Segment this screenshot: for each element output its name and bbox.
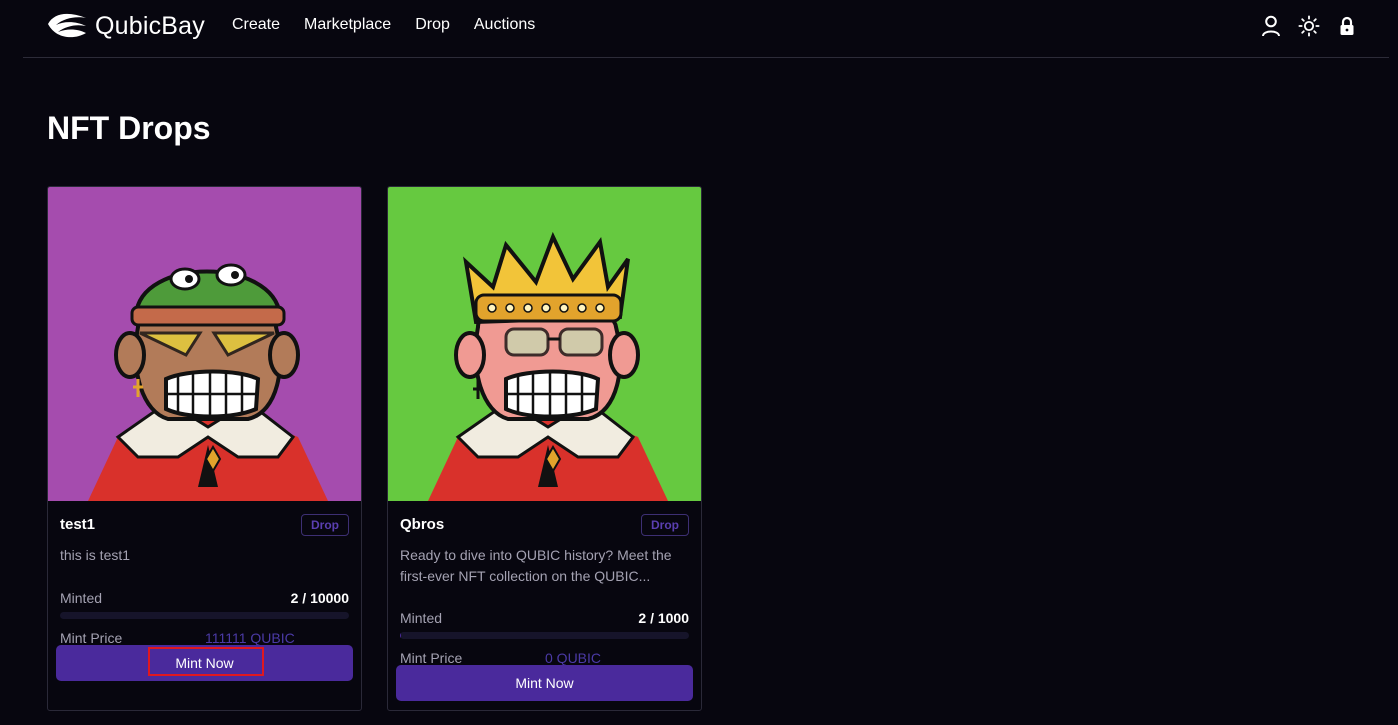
drop-title: Qbros [400,516,445,533]
minted-progress-bar [60,612,349,619]
minted-label: Minted [60,590,103,606]
drop-card[interactable]: Qbros Drop Ready to dive into QUBIC hist… [387,186,702,711]
nav-drop[interactable]: Drop [415,15,450,35]
drop-badge: Drop [641,514,689,536]
mint-price-value: 111111 QUBIC [205,630,295,646]
brand-name: QubicBay [95,11,205,40]
drop-title: test1 [60,516,96,533]
drop-card[interactable]: test1 Drop this is test1 Minted 2 / 1000… [47,186,362,711]
brand-logo-link[interactable]: QubicBay [46,10,205,42]
wave-logo-icon [46,9,88,44]
progress-fill [400,632,401,639]
sun-icon[interactable] [1298,14,1320,38]
mint-price-label: Mint Price [400,650,463,666]
user-icon[interactable] [1260,14,1282,38]
minted-label: Minted [400,610,443,626]
page-title: NFT Drops [47,110,211,146]
focus-highlight-box [148,647,264,676]
header-divider [23,57,1389,58]
nav-marketplace[interactable]: Marketplace [304,15,391,35]
drop-badge: Drop [301,514,349,536]
minted-value: 2 / 1000 [638,610,689,626]
mint-now-button[interactable]: Mint Now [396,665,693,701]
minted-progress-bar [400,632,689,639]
mint-price-value: 0 QUBIC [545,650,602,666]
minted-value: 2 / 10000 [290,590,349,606]
mint-price-label: Mint Price [60,630,123,646]
main-nav: Create Marketplace Drop Auctions [232,15,559,35]
nft-artwork-image [48,187,361,501]
drop-description: Ready to dive into QUBIC history? Meet t… [400,547,672,584]
nft-artwork-image [388,187,701,501]
lock-icon[interactable] [1336,14,1358,38]
drop-description: this is test1 [60,547,131,563]
nav-auctions[interactable]: Auctions [474,15,535,35]
top-navbar: QubicBay Create Marketplace Drop Auction… [0,0,1398,52]
header-actions [1244,14,1358,38]
nav-create[interactable]: Create [232,15,280,35]
